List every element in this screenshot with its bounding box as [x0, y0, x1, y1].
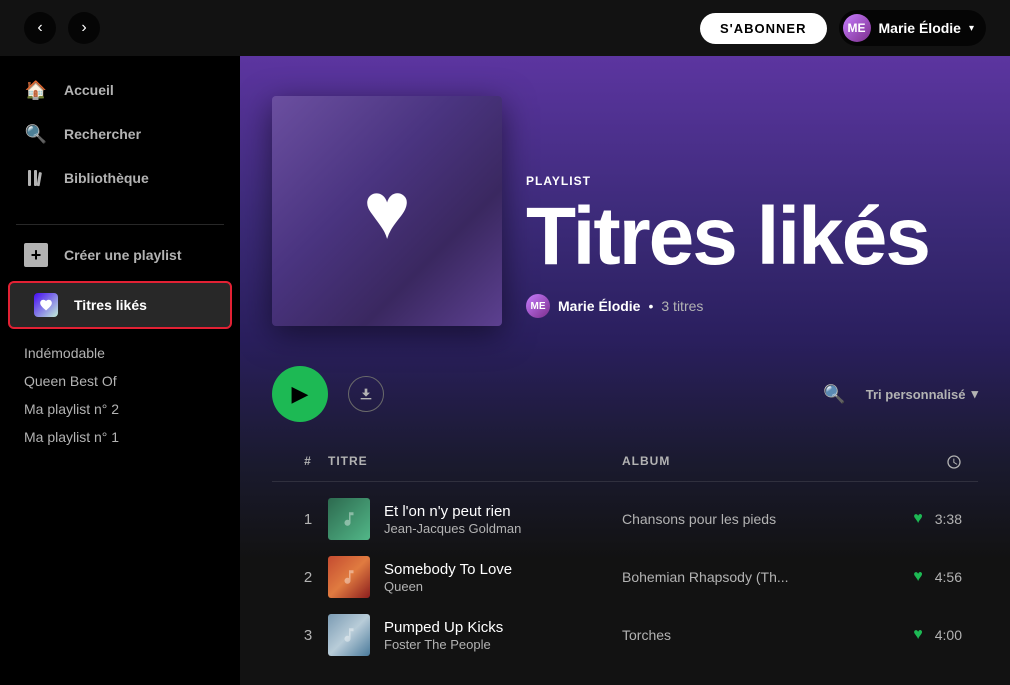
- track-text: Et l'on n'y peut rien Jean-Jacques Goldm…: [384, 502, 521, 537]
- track-artist: Foster The People: [384, 637, 503, 652]
- top-bar: ‹ › S'ABONNER ME Marie Élodie ▾: [0, 0, 1010, 56]
- col-header-title: TITRE: [328, 454, 622, 473]
- track-info: Somebody To Love Queen: [328, 556, 622, 598]
- create-playlist-item[interactable]: + Créer une playlist: [0, 233, 240, 277]
- download-button[interactable]: [348, 376, 384, 412]
- track-list-header: # TITRE ALBUM: [272, 446, 978, 482]
- playlist-title: Titres likés: [526, 196, 929, 278]
- track-thumbnail: [328, 498, 370, 540]
- liked-tracks-item[interactable]: Titres likés: [8, 281, 232, 329]
- track-info: Pumped Up Kicks Foster The People: [328, 614, 622, 656]
- playlist-item-indemodable[interactable]: Indémodable: [24, 341, 216, 365]
- home-icon: 🏠: [24, 78, 48, 102]
- track-thumbnail: [328, 556, 370, 598]
- sidebar-item-label-rechercher: Rechercher: [64, 126, 141, 142]
- table-row[interactable]: 1 Et l'on n'y peut rien Jean-Jacques Gol…: [272, 490, 978, 548]
- meta-dot: •: [648, 298, 653, 314]
- track-end: ♥ 3:38: [902, 510, 962, 528]
- col-header-num: #: [288, 454, 328, 473]
- playlist-controls: ▶ 🔍 Tri personnalisé ▾: [240, 350, 1010, 446]
- sidebar-nav: 🏠 Accueil 🔍 Rechercher Bibliothèque: [0, 68, 240, 200]
- track-duration: 4:56: [935, 569, 962, 585]
- track-text: Somebody To Love Queen: [384, 560, 512, 595]
- liked-icon[interactable]: ♥: [913, 626, 923, 644]
- sidebar-item-accueil[interactable]: 🏠 Accueil: [8, 68, 232, 112]
- track-duration: 3:38: [935, 511, 962, 527]
- table-row[interactable]: 2 Somebody To Love Queen Bohemian Rhapso…: [272, 548, 978, 606]
- create-playlist-label: Créer une playlist: [64, 247, 182, 263]
- track-album: Bohemian Rhapsody (Th...: [622, 569, 902, 585]
- track-album: Chansons pour les pieds: [622, 511, 902, 527]
- liked-heart-icon: [34, 293, 58, 317]
- subscribe-button[interactable]: S'ABONNER: [700, 13, 827, 44]
- avatar: ME: [843, 14, 871, 42]
- col-header-time: [902, 454, 962, 473]
- playlist-item-queen[interactable]: Queen Best Of: [24, 369, 216, 393]
- track-title: Somebody To Love: [384, 560, 512, 580]
- user-name: Marie Élodie: [879, 20, 961, 36]
- play-button[interactable]: ▶: [272, 366, 328, 422]
- track-number: 1: [288, 511, 328, 528]
- cover-heart-icon: ♥: [363, 165, 411, 257]
- track-count: 3 titres: [661, 298, 703, 314]
- sidebar-item-label-bibliotheque: Bibliothèque: [64, 170, 149, 186]
- track-artist: Queen: [384, 579, 512, 594]
- liked-tracks-label: Titres likés: [74, 297, 147, 313]
- owner-name[interactable]: Marie Élodie: [558, 298, 640, 314]
- track-end: ♥ 4:00: [902, 626, 962, 644]
- playlist-cover: ♥: [272, 96, 502, 326]
- track-info: Et l'on n'y peut rien Jean-Jacques Goldm…: [328, 498, 622, 540]
- col-header-album: ALBUM: [622, 454, 902, 473]
- search-icon: 🔍: [24, 122, 48, 146]
- table-row[interactable]: 3 Pumped Up Kicks Foster The People Torc…: [272, 606, 978, 664]
- library-icon: [24, 166, 48, 190]
- owner-avatar: ME: [526, 294, 550, 318]
- sidebar-item-bibliotheque[interactable]: Bibliothèque: [8, 156, 232, 200]
- track-list: # TITRE ALBUM 1: [240, 446, 1010, 685]
- playlist-meta: ME Marie Élodie • 3 titres: [526, 294, 929, 318]
- sort-button[interactable]: Tri personnalisé ▾: [866, 386, 978, 402]
- playlist-info: PLAYLIST Titres likés ME Marie Élodie • …: [526, 174, 929, 326]
- search-tracks-icon[interactable]: 🔍: [823, 384, 845, 405]
- sort-label: Tri personnalisé: [866, 387, 966, 402]
- track-thumbnail: [328, 614, 370, 656]
- main-layout: 🏠 Accueil 🔍 Rechercher Bibliothèque: [0, 56, 1010, 685]
- track-duration: 4:00: [935, 627, 962, 643]
- playlist-list: Indémodable Queen Best Of Ma playlist n°…: [0, 333, 240, 457]
- nav-buttons: ‹ ›: [24, 12, 100, 44]
- liked-icon[interactable]: ♥: [913, 510, 923, 528]
- top-bar-right: S'ABONNER ME Marie Élodie ▾: [700, 10, 986, 46]
- track-artist: Jean-Jacques Goldman: [384, 521, 521, 536]
- track-title: Et l'on n'y peut rien: [384, 502, 521, 522]
- track-number: 3: [288, 627, 328, 644]
- liked-icon[interactable]: ♥: [913, 568, 923, 586]
- playlist-item-playlist-1[interactable]: Ma playlist n° 1: [24, 425, 216, 449]
- track-title: Pumped Up Kicks: [384, 618, 503, 638]
- sidebar-item-rechercher[interactable]: 🔍 Rechercher: [8, 112, 232, 156]
- playlist-type-label: PLAYLIST: [526, 174, 929, 188]
- playlist-header: ♥ PLAYLIST Titres likés ME Marie Élodie …: [240, 56, 1010, 350]
- playlist-item-playlist-2[interactable]: Ma playlist n° 2: [24, 397, 216, 421]
- track-text: Pumped Up Kicks Foster The People: [384, 618, 503, 653]
- sidebar-item-label-accueil: Accueil: [64, 82, 114, 98]
- sort-chevron-icon: ▾: [971, 386, 978, 402]
- sidebar-divider: [16, 224, 224, 225]
- user-menu[interactable]: ME Marie Élodie ▾: [839, 10, 987, 46]
- chevron-down-icon: ▾: [969, 23, 974, 34]
- track-end: ♥ 4:56: [902, 568, 962, 586]
- track-number: 2: [288, 569, 328, 586]
- forward-button[interactable]: ›: [68, 12, 100, 44]
- plus-icon: +: [24, 243, 48, 267]
- content-area: ♥ PLAYLIST Titres likés ME Marie Élodie …: [240, 56, 1010, 685]
- back-button[interactable]: ‹: [24, 12, 56, 44]
- track-album: Torches: [622, 627, 902, 643]
- sidebar: 🏠 Accueil 🔍 Rechercher Bibliothèque: [0, 56, 240, 685]
